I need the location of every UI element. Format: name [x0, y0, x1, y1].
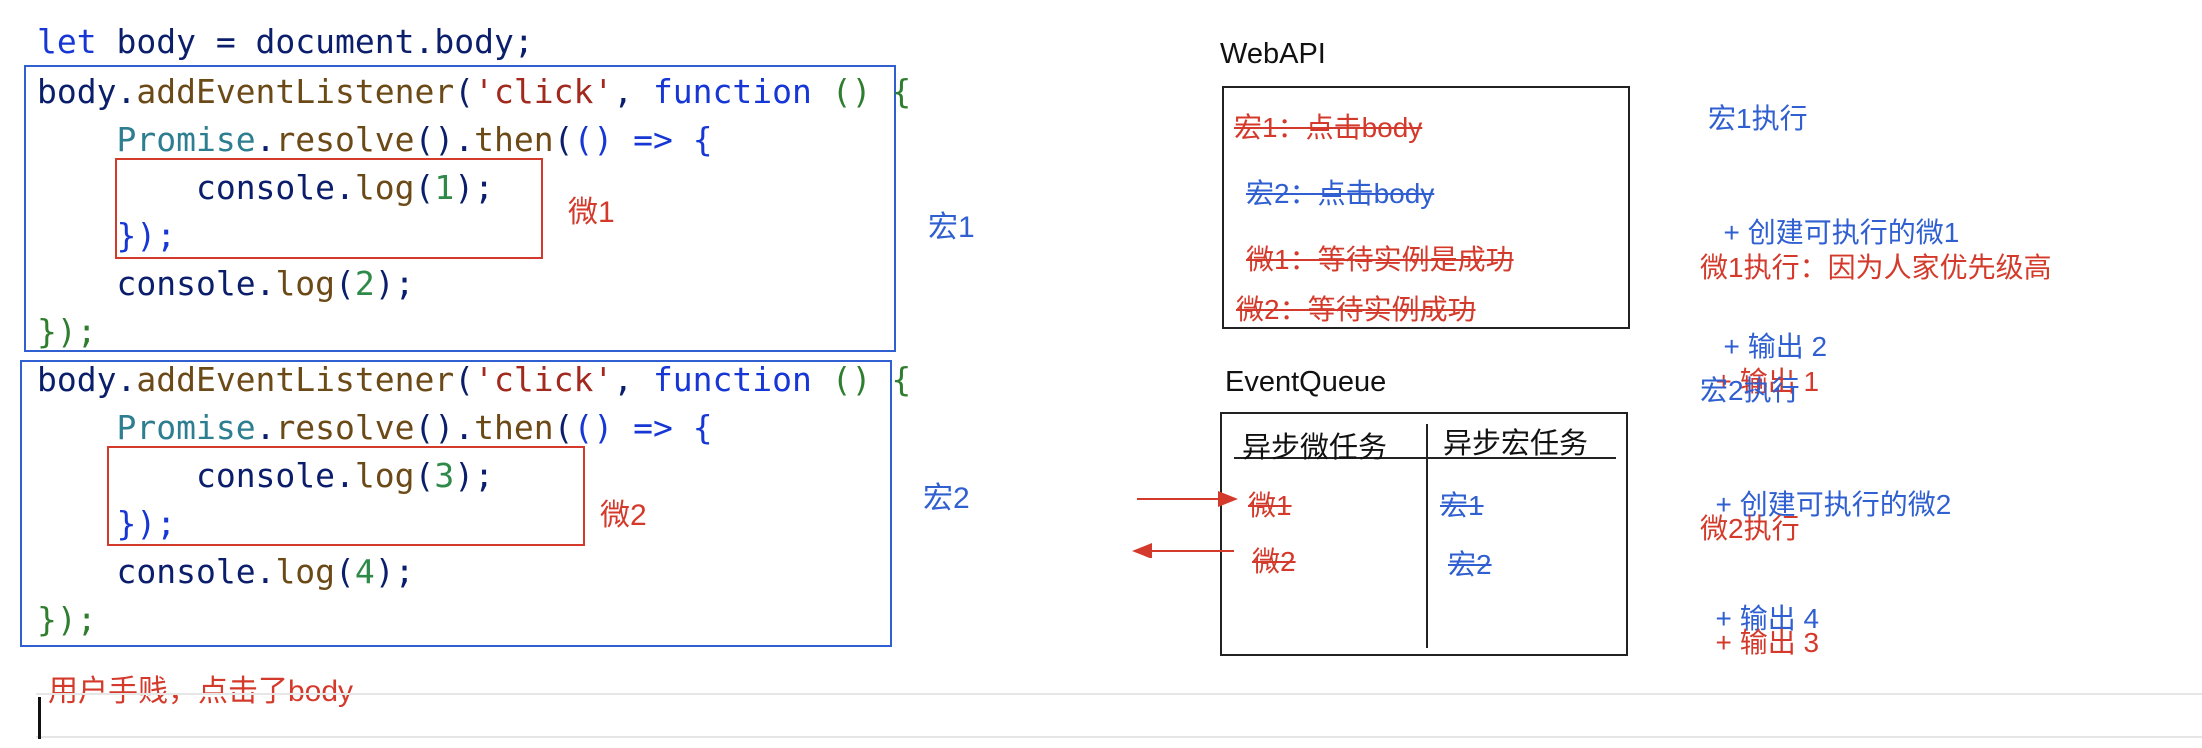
code-line: Promise.resolve().then(() => {: [116, 120, 713, 159]
eventqueue-col-micro: 异步微任务: [1242, 432, 1388, 464]
webapi-item: 宏2：点击body: [1246, 178, 1435, 209]
eventqueue-micro-item: 微2: [1252, 546, 1296, 577]
micro2-label: 微2: [600, 499, 647, 532]
code-line: Promise.resolve().then(() => {: [116, 408, 713, 447]
micro1-label: 微1: [568, 196, 615, 229]
code-line-let: let body = document.body;: [37, 22, 534, 61]
note-line: 宏1执行: [1708, 103, 1808, 134]
code-line: body.addEventListener('click', function …: [37, 72, 912, 111]
webapi-item: 微2：等待实例成功: [1236, 294, 1476, 325]
text-cursor: [38, 697, 41, 739]
note-line: 微1执行：因为人家优先级高: [1700, 252, 2052, 283]
code-line: body.addEventListener('click', function …: [37, 360, 912, 399]
code-line: });: [37, 600, 97, 639]
webapi-item: 宏1：点击body: [1234, 112, 1423, 143]
note-line: 宏2执行: [1700, 375, 1800, 406]
code-line: console.log(4);: [116, 552, 415, 591]
arrow-right-icon: [1137, 491, 1238, 507]
macro1-label: 宏1: [928, 211, 975, 244]
eventqueue-micro-item: 微1: [1248, 490, 1292, 521]
webapi-item: 微1：等待实例是成功: [1246, 244, 1514, 275]
eventqueue-column-divider: [1426, 424, 1428, 648]
code-line: console.log(2);: [116, 264, 415, 303]
eventqueue-col-macro: 异步宏任务: [1443, 428, 1589, 460]
micro1-code-box: [115, 158, 543, 259]
note-line: 微2执行: [1700, 513, 1800, 544]
eventqueue-macro-item: 宏2: [1448, 549, 1492, 580]
note-micro2: 微2执行 + 输出 3: [1700, 434, 1819, 700]
macro2-label: 宏2: [923, 482, 970, 515]
bottom-input-line[interactable]: [36, 693, 2202, 738]
note-line: + 输出 3: [1700, 627, 1820, 658]
eventqueue-title: EventQueue: [1225, 366, 1387, 398]
webapi-title: WebAPI: [1220, 38, 1326, 70]
arrow-left-icon: [1132, 543, 1234, 558]
code-line: });: [37, 312, 97, 351]
queue-arrows: [1132, 491, 1238, 558]
eventqueue-macro-item: 宏1: [1440, 490, 1484, 521]
micro2-code-box: [107, 446, 585, 546]
